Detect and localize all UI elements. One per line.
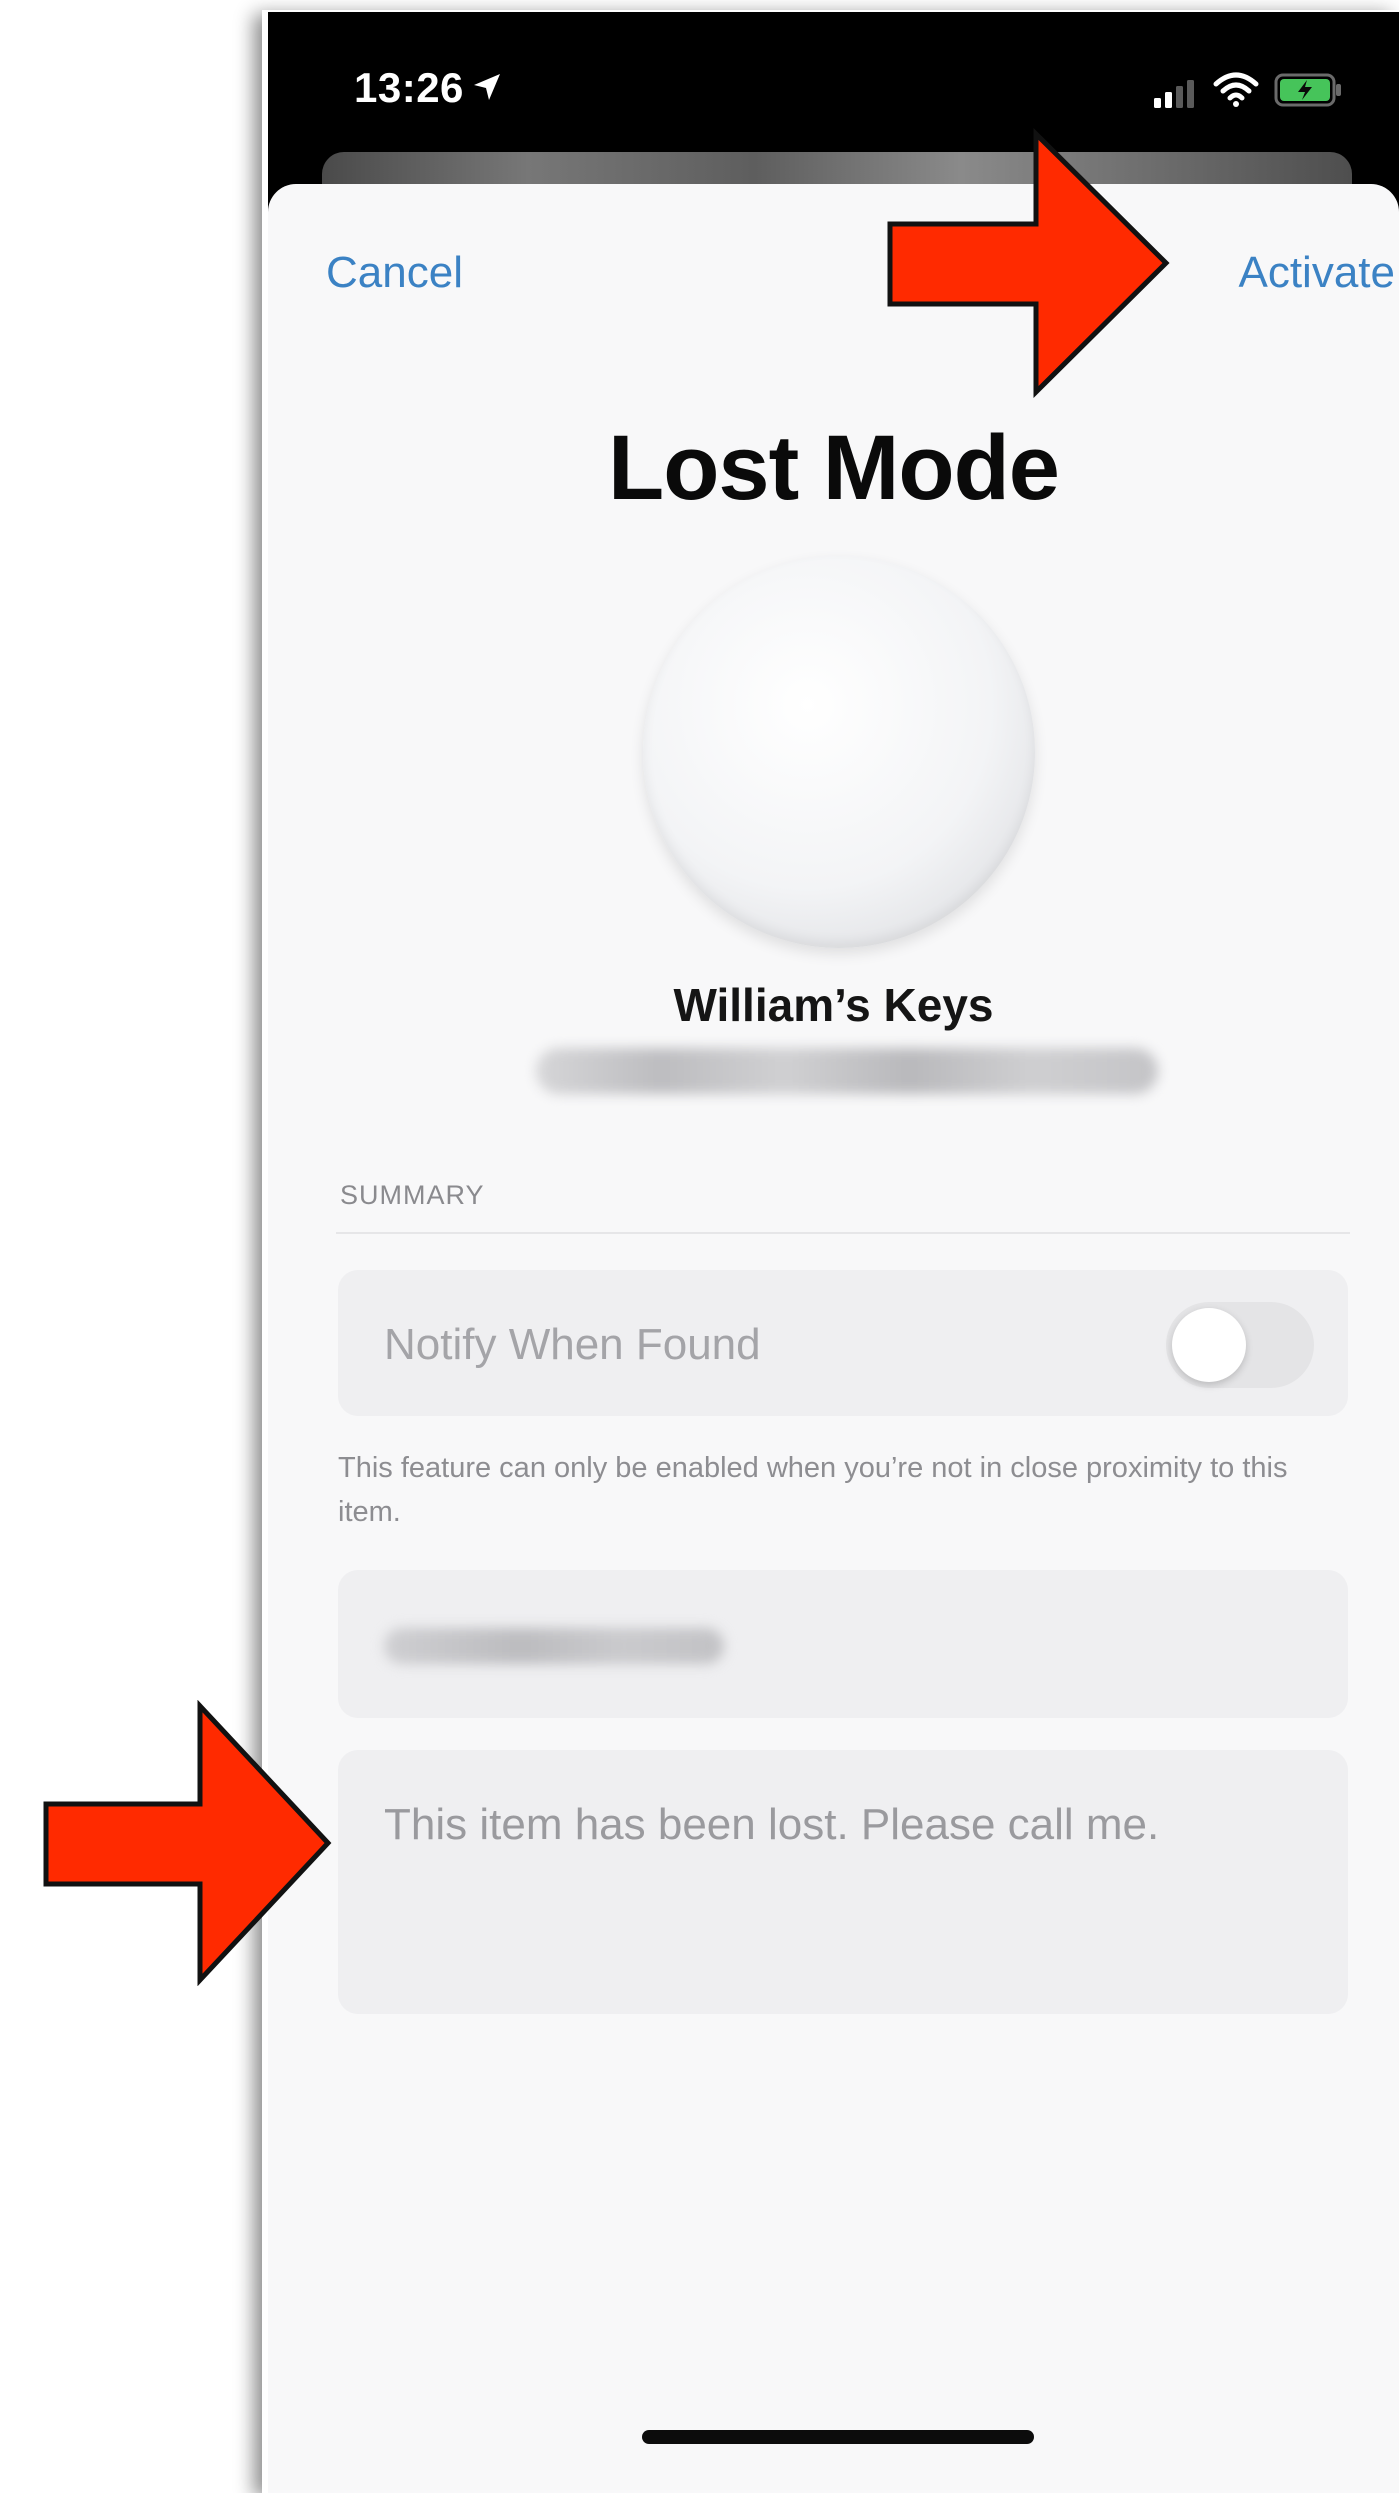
wifi-icon	[1213, 72, 1259, 107]
blurred-owner-email	[536, 1048, 1158, 1094]
activate-button[interactable]: Activate	[1238, 248, 1395, 298]
notify-when-found-toggle[interactable]	[1166, 1302, 1314, 1388]
cellular-signal-icon	[1154, 80, 1194, 108]
notify-footnote: This feature can only be enabled when yo…	[338, 1452, 1288, 1528]
phone-screen: 13:26 Cancel Activate Lost Mode William’…	[268, 12, 1399, 2493]
lost-mode-sheet: Cancel Activate Lost Mode William’s Keys…	[268, 184, 1399, 2493]
red-arrow-pointing-to-activate	[887, 128, 1170, 398]
summary-section-header: SUMMARY	[340, 1180, 485, 1210]
phone-number-field[interactable]	[338, 1570, 1348, 1718]
notify-when-found-label: Notify When Found	[384, 1320, 761, 1369]
message-text: This item has been lost. Please call me.	[384, 1800, 1160, 1849]
toggle-knob	[1172, 1308, 1246, 1382]
message-field[interactable]: This item has been lost. Please call me.	[338, 1750, 1348, 2014]
status-bar: 13:26	[268, 12, 1399, 162]
page-title: Lost Mode	[608, 417, 1060, 519]
location-arrow-icon	[474, 74, 500, 100]
red-arrow-pointing-to-message-field	[43, 1700, 332, 1986]
blurred-phone-number	[384, 1628, 724, 1664]
notify-when-found-row: Notify When Found	[338, 1270, 1348, 1416]
home-indicator	[642, 2430, 1034, 2444]
section-divider	[336, 1232, 1350, 1234]
status-time: 13:26	[354, 64, 464, 111]
battery-charging-icon	[1274, 73, 1341, 107]
item-name: William’s Keys	[673, 979, 994, 1031]
cancel-button[interactable]: Cancel	[326, 248, 463, 298]
airtag-image	[643, 556, 1035, 948]
